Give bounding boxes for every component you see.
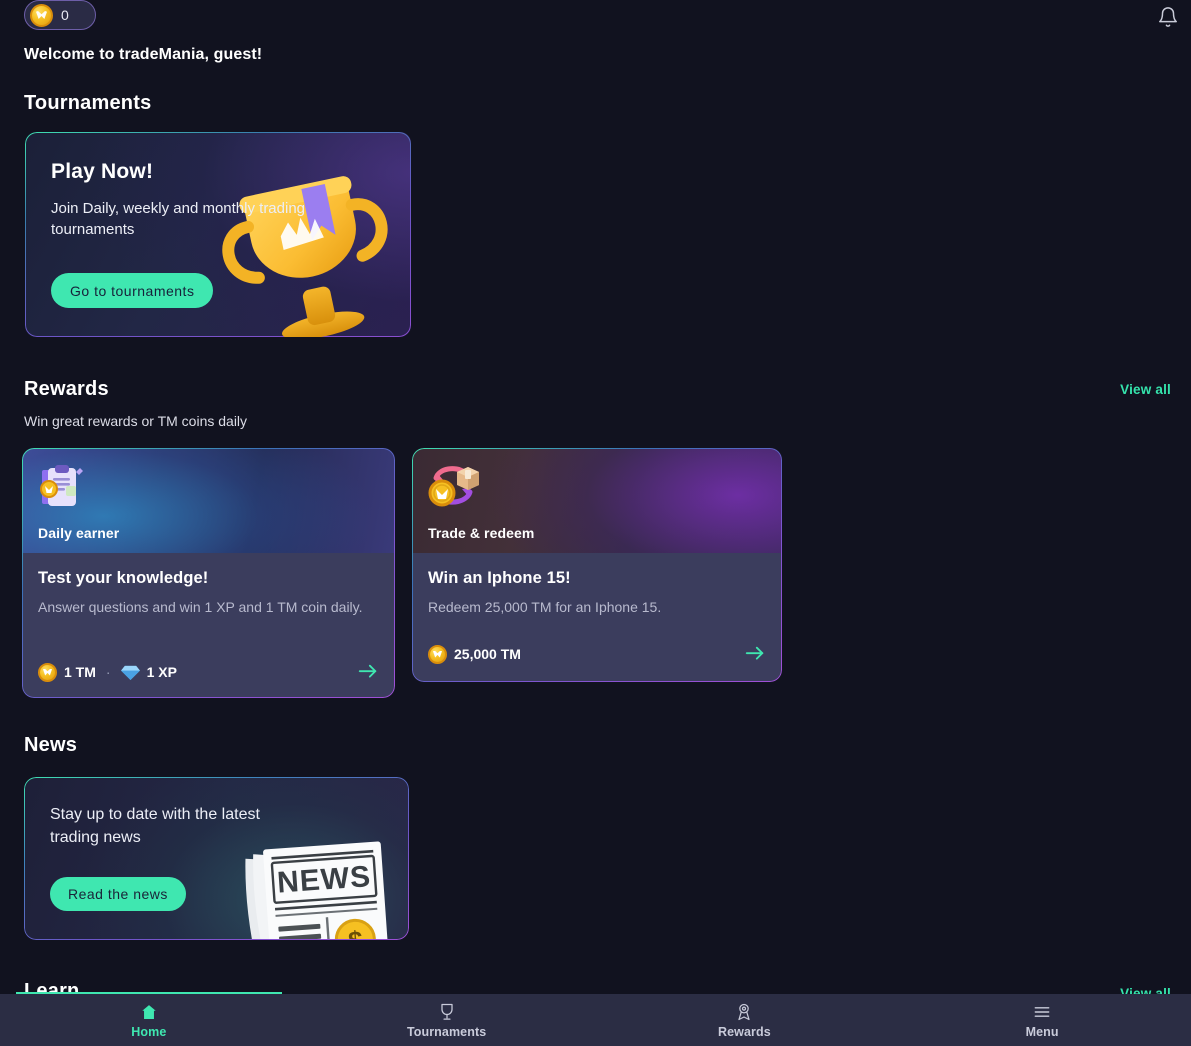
tournaments-promo-card[interactable]: Play Now! Join Daily, weekly and monthly…	[24, 131, 412, 338]
news-card-text: Stay up to date with the latest trading …	[50, 806, 260, 847]
rewards-section-subtitle: Win great rewards or TM coins daily	[24, 413, 248, 429]
trophy-illustration	[222, 176, 388, 337]
reward-xp-label: 1 XP	[146, 664, 177, 680]
arrow-right-icon[interactable]	[744, 644, 766, 664]
tm-coin-icon	[38, 662, 57, 682]
arrow-right-icon[interactable]	[357, 662, 379, 682]
reward-card-footer: 1 TM · 1 XP	[38, 662, 379, 682]
news-promo-card[interactable]: NEWS $ Stay up to date with the latest t…	[24, 777, 409, 940]
reward-card-daily-earner[interactable]: Daily earner Test your knowledge! Answer…	[22, 448, 395, 698]
reward-tm-label: 1 TM	[64, 664, 96, 680]
nav-item-menu[interactable]: Menu	[893, 994, 1191, 1046]
tm-coin-count: 0	[61, 7, 69, 23]
reward-card-description: Answer questions and win 1 XP and 1 TM c…	[38, 599, 363, 615]
read-the-news-button[interactable]: Read the news	[50, 877, 186, 911]
svg-text:NEWS: NEWS	[276, 860, 372, 899]
reward-card-footer: 25,000 TM	[428, 644, 766, 664]
tournaments-card-description: Join Daily, weekly and monthly trading t…	[51, 200, 306, 239]
nav-item-tournaments[interactable]: Tournaments	[298, 994, 596, 1046]
reward-card-category: Trade & redeem	[428, 525, 535, 541]
clipboard-coin-icon	[40, 465, 83, 506]
bell-icon[interactable]	[1157, 6, 1179, 28]
reward-separator: ·	[105, 664, 111, 680]
reward-card-description: Redeem 25,000 TM for an Iphone 15.	[428, 599, 662, 615]
reward-card-category: Daily earner	[38, 525, 120, 541]
reward-cost: 25,000 TM	[428, 644, 521, 664]
nav-item-rewards[interactable]: Rewards	[596, 994, 894, 1046]
news-section-title: News	[24, 734, 78, 756]
medal-icon	[738, 1003, 750, 1020]
reward-card-body: Win an Iphone 15! Redeem 25,000 TM for a…	[412, 553, 782, 618]
reward-xp-amount: 1 XP	[120, 664, 177, 681]
bottom-navigation-bar: Home Tournaments Rewards Menu	[0, 992, 1191, 1046]
nav-label-tournaments: Tournaments	[406, 1024, 487, 1039]
rewards-view-all-link[interactable]: View all	[1120, 382, 1171, 397]
nav-label-home: Home	[131, 1024, 167, 1039]
hamburger-icon	[1034, 1006, 1050, 1017]
reward-card-title: Win an Iphone 15!	[428, 569, 571, 587]
tm-coin-icon	[428, 644, 447, 664]
home-icon	[139, 1003, 159, 1020]
reward-card-title: Test your knowledge!	[38, 569, 209, 587]
go-to-tournaments-button[interactable]: Go to tournaments	[51, 273, 214, 308]
trophy-icon	[441, 1003, 453, 1020]
tm-coin-icon	[30, 3, 53, 27]
app-root: 0 Welcome to tradeMania, guest! Tourname…	[0, 0, 1191, 1046]
diamond-icon	[120, 665, 140, 680]
reward-tm-amount: 1 TM	[38, 662, 96, 682]
rewards-section-title: Rewards	[24, 378, 109, 400]
welcome-message: Welcome to tradeMania, guest!	[24, 46, 263, 63]
reward-card-trade-redeem[interactable]: Trade & redeem Win an Iphone 15! Redeem …	[412, 448, 782, 682]
nav-label-rewards: Rewards	[717, 1024, 771, 1039]
reward-card-header: Daily earner	[22, 448, 395, 553]
reward-card-header: Trade & redeem	[412, 448, 782, 553]
top-bar: 0	[0, 0, 1191, 34]
reward-cost-label: 25,000 TM	[454, 646, 521, 662]
tm-coin-balance-pill[interactable]: 0	[24, 0, 96, 30]
tournaments-section-title: Tournaments	[24, 92, 152, 114]
reward-card-body: Test your knowledge! Answer questions an…	[22, 553, 395, 618]
tournaments-card-title: Play Now!	[51, 160, 154, 183]
nav-item-home[interactable]: Home	[0, 992, 298, 1046]
svg-text:$: $	[347, 925, 364, 940]
coin-package-swap-icon	[428, 466, 479, 507]
nav-label-menu: Menu	[1025, 1024, 1059, 1039]
